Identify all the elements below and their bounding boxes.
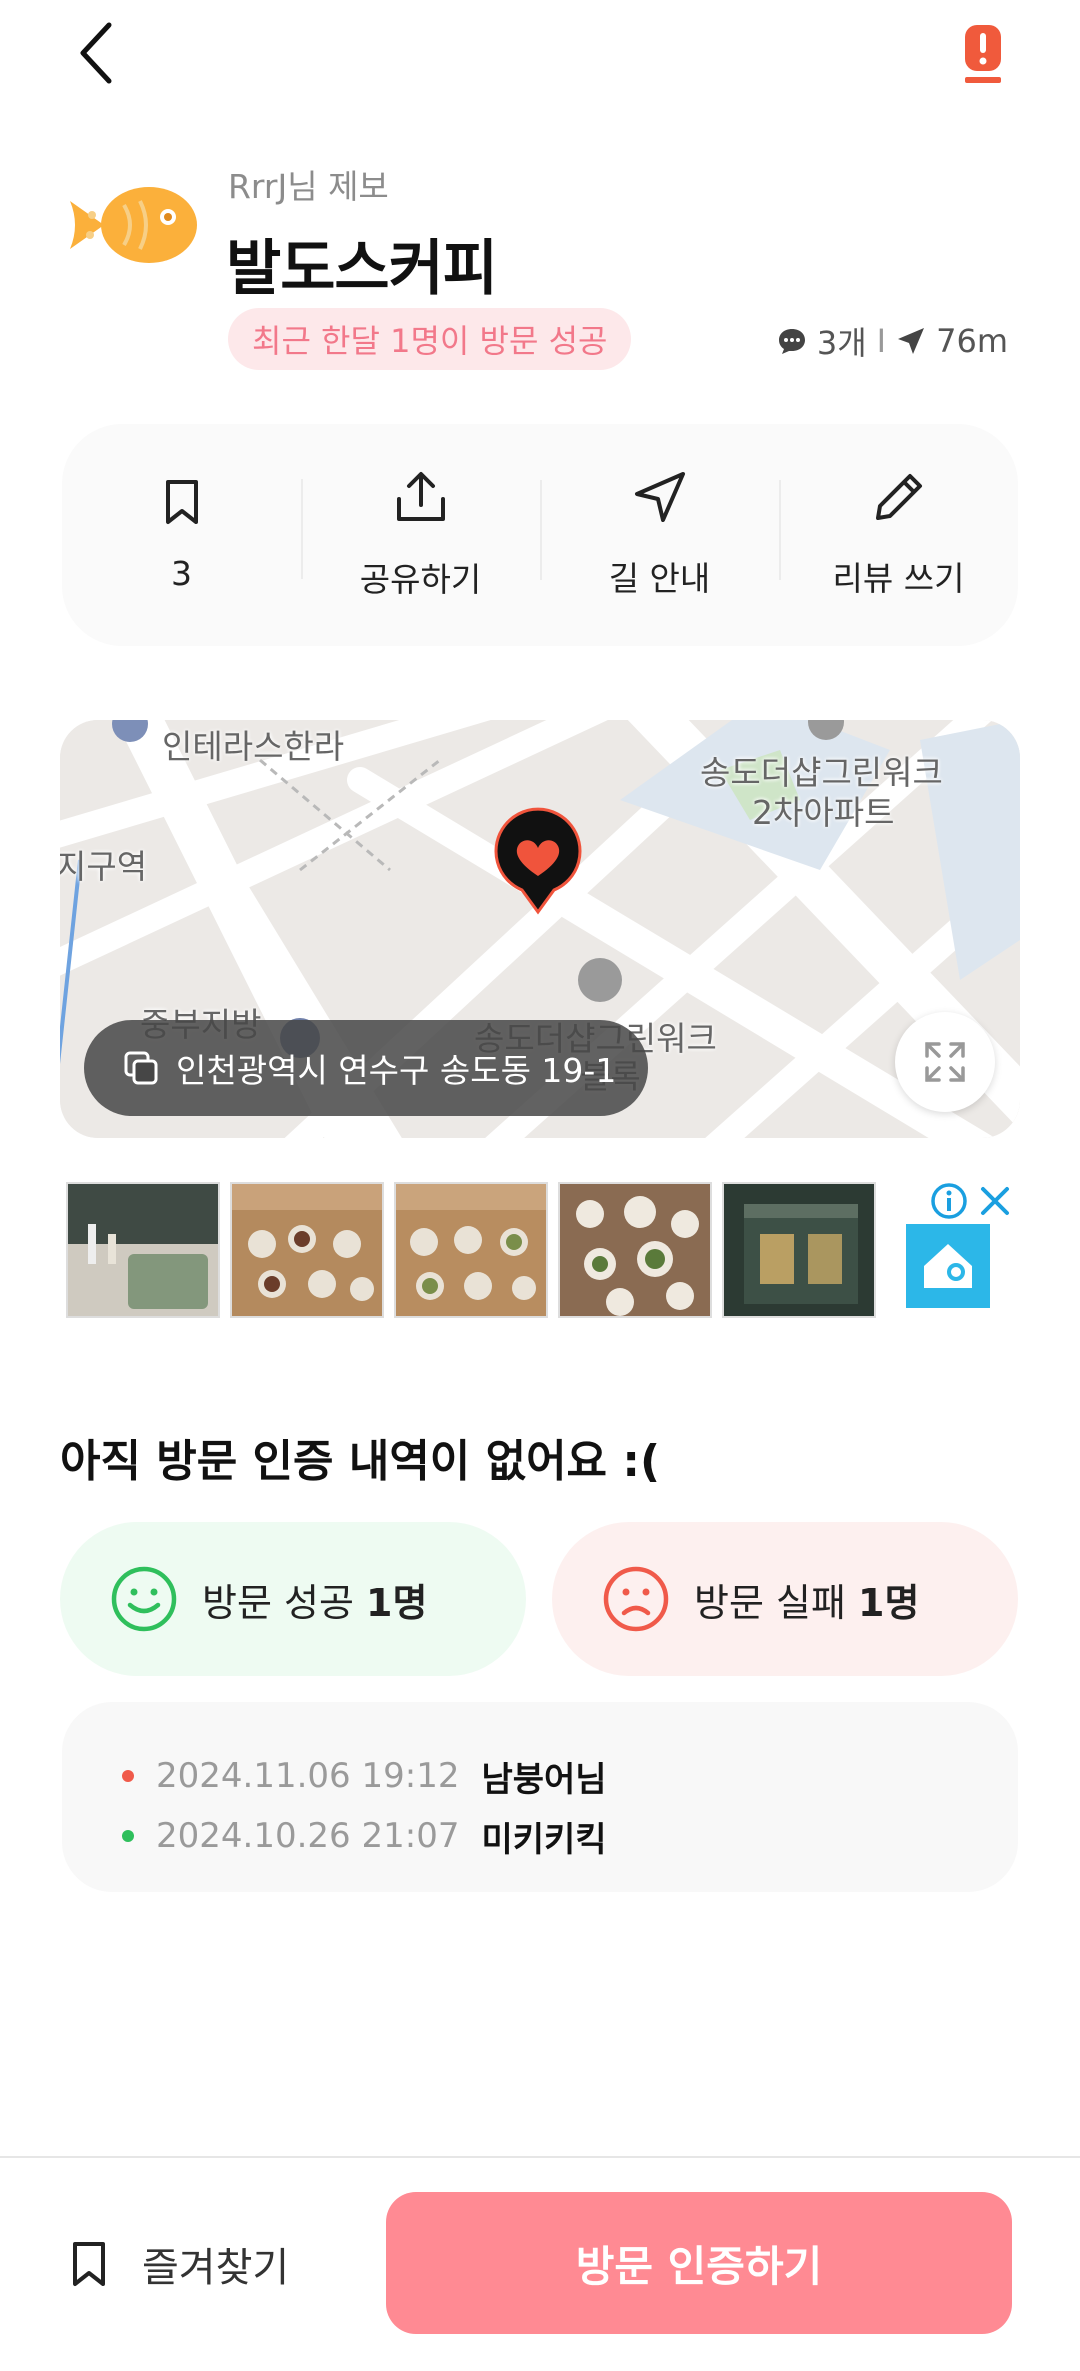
ad-info-button[interactable]: [930, 1182, 968, 1220]
info-icon: [931, 1183, 967, 1219]
map-label: 지구역: [60, 847, 148, 886]
alert-icon: [965, 25, 1001, 83]
location-arrow-icon: [898, 328, 925, 354]
address-text: 인천광역시 연수구 송도동 19-1: [176, 1051, 617, 1090]
report-button[interactable]: [948, 14, 1018, 94]
share-icon: [396, 472, 445, 521]
bookmark-icon: [165, 479, 198, 524]
pencil-icon: [875, 474, 922, 520]
ad-image[interactable]: [558, 1182, 712, 1318]
visit-certify-button[interactable]: 방문 인증하기: [386, 2192, 1012, 2334]
share-label: 공유하기: [359, 560, 482, 599]
visit-fail-count: 1명: [858, 1580, 920, 1625]
map-label: 인테라스한라: [162, 727, 345, 766]
comment-count: 3개: [816, 324, 867, 362]
favorite-button[interactable]: 즐겨찾기: [70, 2224, 289, 2304]
ad-image[interactable]: [394, 1182, 548, 1318]
map-pin-heart-icon: [494, 807, 582, 915]
comment-icon: [778, 329, 805, 354]
ad-image[interactable]: [66, 1182, 220, 1318]
write-review-button[interactable]: 리뷰 쓰기: [779, 470, 1018, 600]
visit-fail-label: 방문 실패: [694, 1580, 846, 1625]
fish-bun-logo: [64, 175, 204, 275]
reporter-text: RrrJ님 제보: [228, 167, 389, 206]
visitor-name: 미키키킥: [481, 1819, 607, 1860]
directions-label: 길 안내: [608, 559, 711, 598]
meta-separator: I: [876, 322, 887, 360]
chevron-left-icon: [80, 22, 112, 84]
map-label: 2차아파트: [752, 793, 895, 832]
bottom-divider: [0, 2156, 1080, 2158]
status-dot: [122, 1770, 134, 1782]
back-button[interactable]: [62, 18, 132, 88]
place-title: 발도스커피: [226, 234, 498, 304]
address-copy-chip[interactable]: 인천광역시 연수구 송도동 19-1: [84, 1020, 648, 1116]
place-meta: 3개 I 76m: [777, 316, 1008, 366]
write-review-label: 리뷰 쓰기: [832, 559, 965, 598]
distance-text: 76m: [936, 322, 1008, 360]
bookmark-count-button[interactable]: 3: [62, 478, 301, 593]
ad-image[interactable]: [230, 1182, 384, 1318]
visit-history-list: 2024.11.06 19:12 남붕어님 2024.10.26 21:07 미…: [62, 1702, 1018, 1892]
visit-fail-stat[interactable]: 방문 실패 1명: [552, 1522, 1018, 1676]
status-dot: [122, 1830, 134, 1842]
ad-banner[interactable]: [66, 1182, 876, 1318]
visitor-name: 남붕어님: [481, 1759, 607, 1800]
home-icon: [924, 1244, 972, 1288]
list-item: 2024.10.26 21:07 미키키킥: [122, 1806, 1018, 1866]
visit-success-stat[interactable]: 방문 성공 1명: [60, 1522, 526, 1676]
list-item: 2024.11.06 19:12 남붕어님: [122, 1746, 1018, 1806]
ad-image[interactable]: [722, 1182, 876, 1318]
navigate-icon: [634, 472, 685, 522]
empty-visit-title: 아직 방문 인증 내역이 없어요 :(: [60, 1436, 661, 1487]
share-button[interactable]: 공유하기: [301, 469, 540, 601]
bookmark-icon: [73, 2242, 105, 2286]
visit-success-count: 1명: [366, 1580, 428, 1625]
favorite-label: 즐겨찾기: [142, 2245, 290, 2291]
map-expand-button[interactable]: [895, 1012, 995, 1112]
directions-button[interactable]: 길 안내: [540, 470, 779, 600]
sad-icon: [603, 1566, 669, 1632]
expand-icon: [925, 1042, 965, 1082]
visit-date: 2024.11.06 19:12: [156, 1756, 460, 1796]
visit-success-label: 방문 성공: [202, 1580, 354, 1625]
smile-icon: [111, 1566, 177, 1632]
location-map[interactable]: 인테라스한라 송도더샵그린워크 2차아파트 지구역 중부지방 송도더샵그린워크 …: [60, 720, 1020, 1138]
action-card: 3 공유하기 길 안내 리뷰 쓰기: [62, 424, 1018, 646]
visit-badge: 최근 한달 1명이 방문 성공: [228, 308, 632, 370]
advertiser-logo[interactable]: [906, 1224, 990, 1308]
visit-date: 2024.10.26 21:07: [156, 1816, 460, 1856]
ad-close-button[interactable]: [976, 1182, 1014, 1220]
copy-icon: [124, 1051, 158, 1085]
close-icon: [981, 1187, 1009, 1215]
bookmark-count: 3: [171, 553, 192, 593]
